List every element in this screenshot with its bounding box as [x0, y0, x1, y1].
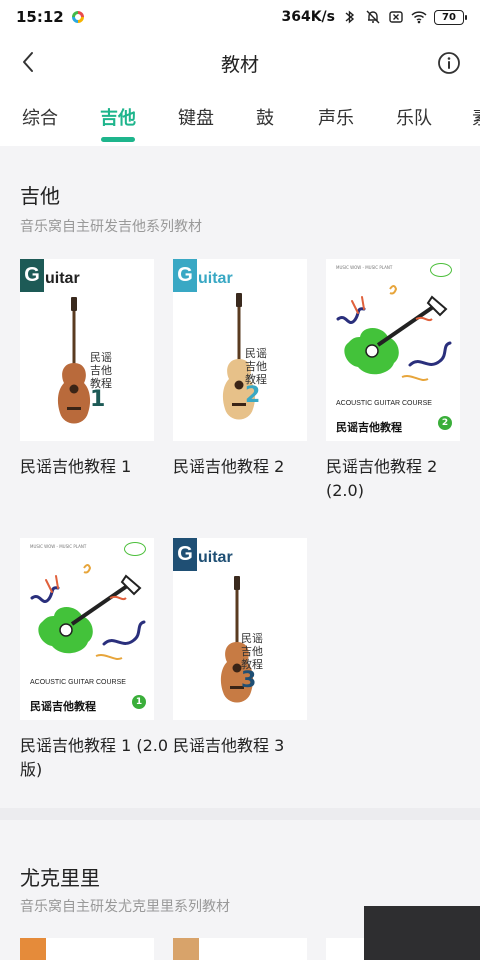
cover-logo: G uitar: [173, 259, 233, 292]
tab-vocal[interactable]: 声乐: [318, 104, 354, 130]
cover-number-badge: 2: [438, 416, 452, 430]
cover-logo-letter: G: [173, 538, 197, 571]
book-cover[interactable]: MUSIC WOW - MUSIC PLANT ACOUSTIC GUITAR …: [326, 259, 460, 441]
book-title[interactable]: 民谣吉他教程 1 (2.0版): [20, 734, 170, 782]
cover-brand: MUSIC WOW - MUSIC PLANT: [30, 544, 87, 549]
section-title-guitar: 吉他: [20, 184, 60, 208]
cover-cn-title: 民谣吉他教程: [245, 347, 267, 386]
cover-cn-title: 民谣吉他教程: [241, 632, 263, 671]
page-title: 教材: [220, 54, 259, 76]
bluetooth-icon: [345, 10, 355, 24]
mute-bell-icon: [366, 10, 380, 24]
tab-keyboard[interactable]: 键盘: [178, 104, 214, 130]
tab-band[interactable]: 乐队: [396, 104, 432, 130]
music-wow-logo: [124, 542, 146, 556]
book-title[interactable]: 民谣吉他教程 3: [173, 734, 323, 758]
wifi-icon: [411, 11, 427, 24]
battery-icon: 70: [434, 9, 467, 25]
cartoon-guitar-illustration: [30, 564, 146, 660]
book-cover[interactable]: [173, 938, 307, 960]
status-time: 15:12: [16, 8, 64, 26]
book-cover[interactable]: G uitar 民谣吉他教程 1: [20, 259, 154, 441]
cover-logo: G uitar: [173, 538, 233, 571]
cover-brand: MUSIC WOW - MUSIC PLANT: [336, 265, 393, 270]
info-icon[interactable]: [436, 50, 462, 76]
book-cover[interactable]: [20, 938, 154, 960]
cover-number-badge: 1: [132, 695, 146, 709]
cover-logo-letter: G: [20, 259, 44, 292]
cover-cn-title: 民谣吉他教程: [30, 700, 96, 713]
tab-drums[interactable]: 鼓: [256, 104, 274, 130]
cover-course: ACOUSTIC GUITAR COURSE: [336, 400, 432, 407]
book-cover[interactable]: G uitar 民谣吉他教程 2: [173, 259, 307, 441]
book-title[interactable]: 民谣吉他教程 2 (2.0): [326, 455, 476, 503]
cover-logo-letter: G: [173, 259, 197, 292]
book-cover[interactable]: G uitar 民谣吉他教程 3: [173, 538, 307, 720]
app-notification-icon: [71, 11, 84, 23]
cover-cn-title: 民谣吉他教程: [90, 351, 112, 390]
tab-guitar[interactable]: 吉他: [100, 104, 136, 130]
section-title-ukulele: 尤克里里: [20, 866, 100, 890]
section-subtitle-ukulele: 音乐窝自主研发尤克里里系列教材: [20, 899, 230, 915]
cover-number: 3: [241, 668, 257, 693]
book-title[interactable]: 民谣吉他教程 1: [20, 455, 170, 479]
app-header: 教材: [0, 34, 480, 92]
book-cover[interactable]: MUSIC WOW - MUSIC PLANT ACOUSTIC GUITAR …: [20, 538, 154, 720]
cover-number: 2: [245, 383, 261, 408]
status-bar: 15:12 364K/s 70: [0, 0, 480, 34]
cover-course: ACOUSTIC GUITAR COURSE: [30, 679, 126, 686]
cover-number: 1: [90, 387, 106, 412]
section-divider: [0, 808, 480, 820]
music-wow-logo: [430, 263, 452, 277]
book-title[interactable]: 民谣吉他教程 2: [173, 455, 323, 479]
overlay-corner: [364, 906, 480, 960]
active-tab-indicator: [101, 137, 135, 142]
cover-logo: G uitar: [20, 259, 80, 292]
category-tabs: 综合 吉他 键盘 鼓 声乐 乐队 素: [0, 92, 480, 146]
tab-comprehensive[interactable]: 综合: [22, 104, 58, 130]
network-speed: 364K/s: [281, 9, 335, 25]
cover-logo-text: uitar: [198, 269, 233, 287]
cover-cn-title: 民谣吉他教程: [336, 421, 402, 434]
no-sim-icon: [389, 11, 403, 23]
section-subtitle-guitar: 音乐窝自主研发吉他系列教材: [20, 219, 202, 235]
cover-logo-text: uitar: [45, 269, 80, 287]
battery-level: 70: [442, 11, 456, 23]
cartoon-guitar-illustration: [336, 285, 452, 381]
tab-more[interactable]: 素: [472, 104, 480, 130]
cover-logo-text: uitar: [198, 548, 233, 566]
acoustic-guitar-icon: [57, 297, 91, 424]
